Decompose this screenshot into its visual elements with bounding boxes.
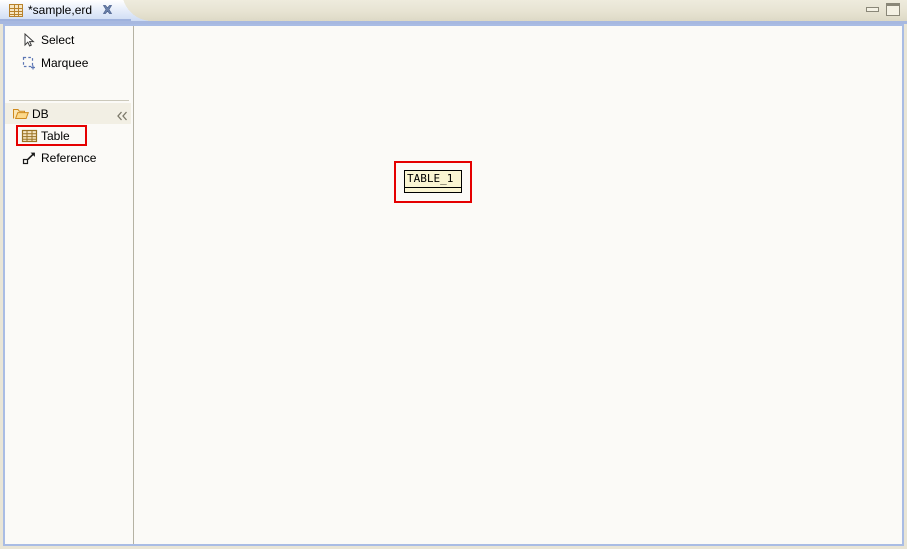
table-grid-icon — [9, 4, 23, 17]
marquee-dashed-rect-icon — [21, 55, 38, 71]
palette-item-label: Reference — [41, 151, 97, 165]
palette-separator — [9, 100, 129, 101]
minimize-button[interactable] — [866, 5, 879, 14]
palette-item-label: Select — [41, 33, 75, 47]
palette-item-table[interactable]: Table — [5, 125, 131, 147]
palette-item-marquee[interactable]: Marquee — [5, 52, 131, 74]
palette-item-label: Table — [41, 129, 70, 143]
canvas-node-name: TABLE_1 — [407, 172, 454, 185]
palette-item-select[interactable]: Select — [5, 29, 131, 51]
palette: Select Marquee DB Table Reference — [5, 26, 131, 544]
editor-tab-bar: *sample,erd — [0, 0, 907, 21]
palette-item-label: Marquee — [41, 56, 89, 70]
palette-group-db[interactable]: DB — [5, 103, 131, 124]
double-chevron-left-icon[interactable] — [116, 108, 129, 121]
close-icon[interactable] — [101, 4, 114, 17]
maximize-button[interactable] — [886, 3, 900, 16]
palette-item-reference[interactable]: Reference — [5, 147, 131, 169]
diagram-canvas[interactable]: TABLE_1 — [136, 26, 902, 544]
table-grid-icon — [21, 128, 38, 144]
palette-group-label: DB — [32, 107, 49, 121]
open-folder-icon — [13, 107, 30, 120]
editor-tab-curve — [118, 0, 152, 21]
canvas-node-header: TABLE_1 — [404, 170, 462, 188]
canvas-node-body — [404, 188, 462, 193]
eclipse-erd-editor-window: *sample,erd Select Marquee DB Table Refe… — [0, 0, 907, 549]
diagonal-arrow-icon — [21, 150, 38, 166]
editor-tab-title: *sample,erd — [28, 3, 93, 17]
arrow-cursor-icon — [21, 32, 38, 48]
editor-body: Select Marquee DB Table Reference TABLE_… — [3, 24, 904, 546]
canvas-node-table_1[interactable]: TABLE_1 — [404, 170, 462, 194]
